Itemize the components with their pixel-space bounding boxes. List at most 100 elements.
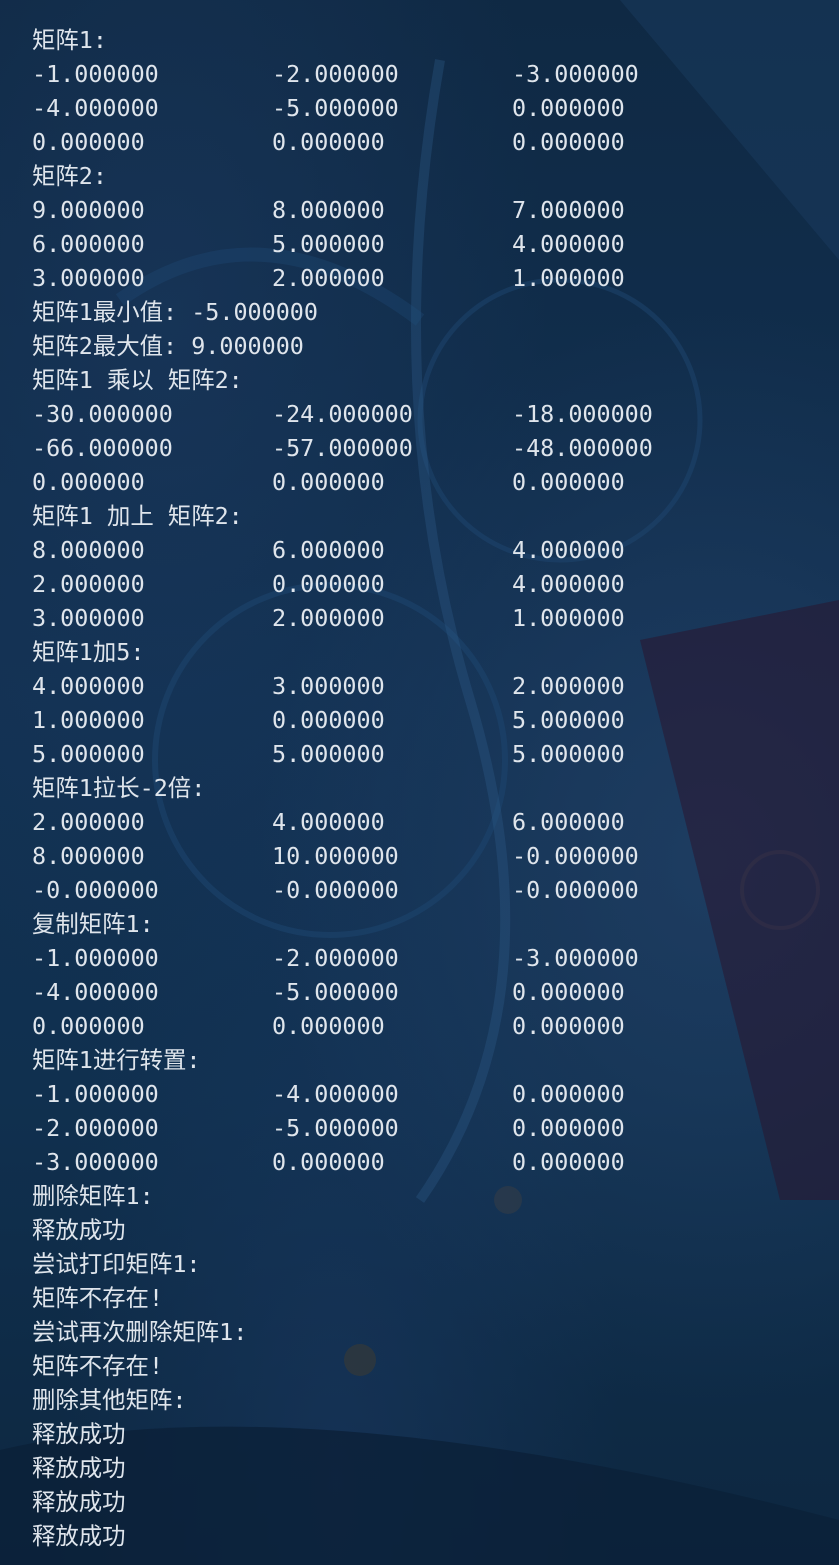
matrix-cell: 4.000000: [272, 808, 385, 836]
matrix-row: -1.000000 -2.000000 -3.000000: [32, 57, 839, 91]
matrix-row: -1.000000 -4.000000 0.000000: [32, 1077, 839, 1111]
matrix-cell: 6.000000: [32, 230, 145, 258]
matrix-cell: 0.000000: [272, 570, 385, 598]
console-heading-line: 释放成功: [32, 1451, 839, 1485]
matrix-row: 3.000000 2.000000 1.000000: [32, 601, 839, 635]
matrix-cell: -0.000000: [512, 842, 639, 870]
matrix-cell: -0.000000: [512, 876, 639, 904]
console-heading-text: 矩阵2最大值: 9.000000: [32, 332, 304, 360]
console-heading-text: 矩阵不存在!: [32, 1284, 164, 1312]
matrix-cell: 0.000000: [32, 468, 145, 496]
matrix-cell: 0.000000: [512, 94, 625, 122]
matrix-cell: -1.000000: [32, 60, 159, 88]
matrix-cell: 8.000000: [32, 536, 145, 564]
matrix-cell: -5.000000: [272, 978, 399, 1006]
matrix-cell: -24.000000: [272, 400, 413, 428]
matrix-cell: 5.000000: [272, 230, 385, 258]
matrix-cell: 2.000000: [32, 808, 145, 836]
matrix-cell: 3.000000: [32, 604, 145, 632]
matrix-cell: 3.000000: [272, 672, 385, 700]
console-heading-line: 矩阵1:: [32, 23, 839, 57]
matrix-cell: 0.000000: [272, 468, 385, 496]
matrix-cell: 2.000000: [32, 570, 145, 598]
console-heading-text: 矩阵1进行转置:: [32, 1046, 201, 1074]
console-heading-line: 尝试再次删除矩阵1:: [32, 1315, 839, 1349]
console-heading-text: 释放成功: [32, 1488, 126, 1516]
console-heading-text: 释放成功: [32, 1454, 126, 1482]
matrix-cell: 7.000000: [512, 196, 625, 224]
matrix-cell: 5.000000: [512, 740, 625, 768]
console-output: 矩阵1: -1.000000 -2.000000 -3.000000 -4.000000…: [32, 23, 839, 1553]
matrix-cell: 10.000000: [272, 842, 399, 870]
matrix-cell: 2.000000: [512, 672, 625, 700]
matrix-cell: 6.000000: [272, 536, 385, 564]
matrix-cell: -0.000000: [32, 876, 159, 904]
console-heading-line: 矩阵1最小值: -5.000000: [32, 295, 839, 329]
matrix-cell: 0.000000: [512, 978, 625, 1006]
matrix-cell: -48.000000: [512, 434, 653, 462]
matrix-row: -4.000000 -5.000000 0.000000: [32, 975, 839, 1009]
console-heading-line: 删除矩阵1:: [32, 1179, 839, 1213]
matrix-cell: 1.000000: [512, 264, 625, 292]
matrix-cell: -1.000000: [32, 1080, 159, 1108]
console-heading-text: 矩阵1:: [32, 26, 107, 54]
matrix-cell: 0.000000: [512, 1012, 625, 1040]
console-heading-text: 复制矩阵1:: [32, 910, 154, 938]
console-heading-line: 释放成功: [32, 1485, 839, 1519]
matrix-row: 9.000000 8.000000 7.000000: [32, 193, 839, 227]
console-heading-text: 释放成功: [32, 1216, 126, 1244]
matrix-cell: 1.000000: [32, 706, 145, 734]
matrix-row: 3.000000 2.000000 1.000000: [32, 261, 839, 295]
console-heading-line: 删除其他矩阵:: [32, 1383, 839, 1417]
matrix-row: 0.000000 0.000000 0.000000: [32, 465, 839, 499]
console-heading-line: 释放成功: [32, 1519, 839, 1553]
matrix-cell: -66.000000: [32, 434, 173, 462]
matrix-row: 4.000000 3.000000 2.000000: [32, 669, 839, 703]
console-heading-line: 矩阵1 加上 矩阵2:: [32, 499, 839, 533]
matrix-row: 1.000000 0.000000 5.000000: [32, 703, 839, 737]
matrix-cell: -3.000000: [512, 60, 639, 88]
matrix-cell: 5.000000: [272, 740, 385, 768]
console-heading-line: 矩阵不存在!: [32, 1349, 839, 1383]
matrix-cell: -0.000000: [272, 876, 399, 904]
matrix-row: -30.000000 -24.000000 -18.000000: [32, 397, 839, 431]
matrix-cell: -4.000000: [32, 978, 159, 1006]
matrix-cell: 5.000000: [512, 706, 625, 734]
console-heading-text: 矩阵1 加上 矩阵2:: [32, 502, 243, 530]
matrix-cell: -57.000000: [272, 434, 413, 462]
console-heading-text: 释放成功: [32, 1420, 126, 1448]
matrix-row: -3.000000 0.000000 0.000000: [32, 1145, 839, 1179]
matrix-cell: -1.000000: [32, 944, 159, 972]
matrix-cell: 0.000000: [32, 1012, 145, 1040]
matrix-cell: 9.000000: [32, 196, 145, 224]
matrix-cell: 6.000000: [512, 808, 625, 836]
console-heading-line: 释放成功: [32, 1417, 839, 1451]
matrix-row: 8.000000 10.000000 -0.000000: [32, 839, 839, 873]
console-heading-line: 释放成功: [32, 1213, 839, 1247]
matrix-row: 2.000000 0.000000 4.000000: [32, 567, 839, 601]
matrix-row: 2.000000 4.000000 6.000000: [32, 805, 839, 839]
matrix-row: -4.000000 -5.000000 0.000000: [32, 91, 839, 125]
matrix-cell: 0.000000: [32, 128, 145, 156]
matrix-row: -2.000000 -5.000000 0.000000: [32, 1111, 839, 1145]
console-heading-line: 矩阵1拉长-2倍:: [32, 771, 839, 805]
matrix-cell: -2.000000: [272, 60, 399, 88]
matrix-cell: 4.000000: [512, 230, 625, 258]
console-heading-line: 矩阵2:: [32, 159, 839, 193]
matrix-cell: 2.000000: [272, 604, 385, 632]
matrix-row: 0.000000 0.000000 0.000000: [32, 1009, 839, 1043]
matrix-cell: -2.000000: [272, 944, 399, 972]
matrix-cell: 0.000000: [512, 468, 625, 496]
matrix-cell: 0.000000: [512, 1080, 625, 1108]
console-heading-text: 删除其他矩阵:: [32, 1386, 187, 1414]
console-heading-line: 矩阵2最大值: 9.000000: [32, 329, 839, 363]
matrix-cell: -5.000000: [272, 1114, 399, 1142]
matrix-cell: -5.000000: [272, 94, 399, 122]
matrix-cell: 5.000000: [32, 740, 145, 768]
matrix-row: -66.000000 -57.000000 -48.000000: [32, 431, 839, 465]
matrix-cell: 4.000000: [512, 570, 625, 598]
matrix-cell: 0.000000: [512, 1114, 625, 1142]
matrix-cell: 8.000000: [272, 196, 385, 224]
matrix-cell: 0.000000: [512, 128, 625, 156]
matrix-cell: -18.000000: [512, 400, 653, 428]
